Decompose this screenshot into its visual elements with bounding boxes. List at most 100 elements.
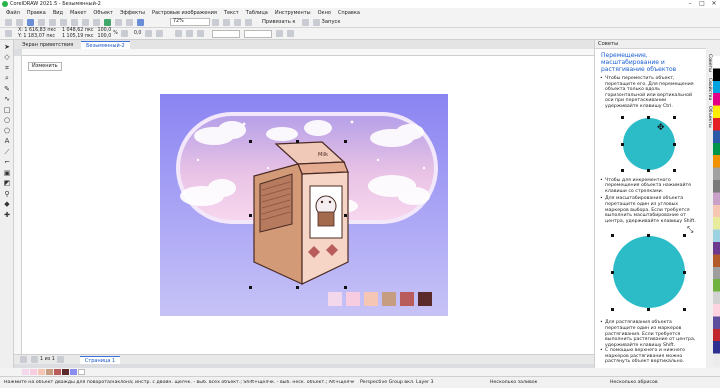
redo-icon[interactable] (93, 18, 100, 26)
grid-icon[interactable] (234, 18, 241, 26)
fill-field[interactable] (244, 29, 273, 38)
menu-view[interactable]: Вид (53, 10, 63, 16)
menu-object[interactable]: Объект (93, 10, 113, 16)
paste-icon[interactable] (71, 18, 78, 26)
to-front-icon[interactable] (287, 30, 295, 37)
color-palette (713, 56, 720, 366)
docker-tab-properties[interactable]: Свойства (707, 78, 712, 100)
artwork[interactable]: Milk (22, 56, 594, 354)
group-icon[interactable] (175, 30, 183, 37)
parallel-dimension-icon[interactable]: ⟋ (3, 148, 11, 156)
menu-layout[interactable]: Макет (70, 10, 86, 16)
transparency-tool-icon[interactable]: ◩ (3, 179, 11, 187)
menu-help[interactable]: Справка (338, 10, 360, 16)
save-icon[interactable] (27, 18, 34, 26)
docker-tab-objects[interactable]: Объекты (707, 106, 712, 128)
scale-x-field[interactable]: 100,0 (98, 28, 112, 34)
drawing-canvas[interactable]: Milk (22, 56, 594, 354)
undo-icon[interactable] (82, 18, 89, 26)
smart-fill-icon[interactable]: ✚ (3, 211, 11, 219)
doc-swatch[interactable] (38, 369, 45, 375)
doc-swatch[interactable] (78, 369, 85, 375)
menu-tools[interactable]: Инструменты (275, 10, 311, 16)
tab-welcome-screen[interactable]: Экран приветствия (17, 41, 78, 49)
menu-window[interactable]: Окно (318, 10, 331, 16)
outline-width-field[interactable] (212, 29, 241, 38)
height-field[interactable]: 1 105,19 пкс (62, 34, 94, 40)
publish-pdf-icon[interactable] (137, 18, 144, 26)
shape-tool-icon[interactable]: ◇ (3, 53, 11, 61)
text-tool-icon[interactable]: A (3, 137, 11, 145)
search-content-icon[interactable] (104, 18, 111, 26)
guidelines-icon[interactable] (245, 18, 252, 26)
doc-swatch[interactable] (54, 369, 61, 375)
eyedropper-tool-icon[interactable]: ⚲ (3, 190, 11, 198)
align-icon[interactable] (197, 30, 205, 37)
tab-page-1[interactable]: Страница 1 (79, 356, 121, 364)
cut-icon[interactable] (49, 18, 56, 26)
y-position-field[interactable]: Y: 1 183,07 пкс (18, 34, 56, 40)
launch-dropdown[interactable]: Запуск (322, 19, 341, 25)
zoom-level-field[interactable]: 72% (170, 18, 210, 26)
print-icon[interactable] (38, 18, 45, 26)
hints-panel: Советы Перемещение, масштабирование и ра… (594, 40, 706, 368)
crop-tool-icon[interactable]: ⌗ (3, 64, 11, 72)
menu-bitmaps[interactable]: Растровые изображения (152, 10, 217, 16)
fill-status[interactable]: Несколько заливок (490, 380, 570, 385)
palette-swatches[interactable] (713, 56, 720, 366)
menu-edit[interactable]: Правка (27, 10, 46, 16)
x-position-field[interactable]: X: 1 616,83 пкс (18, 28, 56, 34)
artistic-media-icon[interactable]: ∿ (3, 95, 11, 103)
drop-shadow-icon[interactable]: ▣ (3, 169, 11, 177)
ellipse-tool-icon[interactable]: ○ (3, 116, 11, 124)
launch-icon[interactable] (312, 18, 320, 26)
copy-icon[interactable] (60, 18, 67, 26)
mirror-horizontal-icon[interactable] (145, 30, 153, 37)
doc-swatch[interactable] (62, 369, 69, 375)
scale-y-field[interactable]: 100,0 (98, 34, 112, 40)
next-page-icon[interactable] (56, 356, 64, 363)
rotation-angle-field[interactable]: 0,0 (134, 31, 142, 37)
lock-ratio-icon[interactable] (120, 30, 128, 37)
wrap-text-icon[interactable] (276, 30, 284, 37)
teal-circle (623, 117, 675, 170)
connector-tool-icon[interactable]: ⌐ (3, 158, 11, 166)
minimize-button[interactable]: – (684, 0, 696, 8)
docker-tab-hints[interactable]: Советы (707, 54, 712, 72)
horizontal-ruler[interactable] (22, 49, 594, 56)
freehand-tool-icon[interactable]: ✎ (3, 85, 11, 93)
polygon-tool-icon[interactable]: ⬠ (3, 127, 11, 135)
menu-file[interactable]: Файл (6, 10, 20, 16)
import-icon[interactable] (115, 18, 122, 26)
settings-icon[interactable] (301, 18, 309, 26)
rulers-icon[interactable] (223, 18, 230, 26)
outline-status[interactable]: Несколько абрисов (610, 380, 658, 385)
presets-icon[interactable] (5, 30, 12, 37)
doc-swatch[interactable] (22, 369, 29, 375)
doc-swatch[interactable] (30, 369, 37, 375)
prev-page-icon[interactable] (31, 356, 38, 363)
ungroup-icon[interactable] (186, 30, 194, 37)
maximize-button[interactable]: □ (696, 0, 708, 8)
full-screen-icon[interactable] (212, 18, 219, 26)
interactive-fill-icon[interactable]: ◆ (3, 200, 11, 208)
menu-effects[interactable]: Эффекты (120, 10, 145, 16)
export-icon[interactable] (126, 18, 133, 26)
zoom-tool-icon[interactable]: ⌕ (3, 74, 11, 82)
first-page-icon[interactable] (20, 356, 27, 363)
mirror-vertical-icon[interactable] (156, 30, 164, 37)
doc-swatch[interactable] (70, 369, 77, 375)
menu-text[interactable]: Текст (224, 10, 239, 16)
menu-table[interactable]: Таблица (246, 10, 268, 16)
doc-swatch[interactable] (46, 369, 53, 375)
close-button[interactable]: ✕ (708, 0, 720, 8)
width-field[interactable]: 1 048,62 пкс (62, 28, 94, 34)
rectangle-tool-icon[interactable]: □ (3, 106, 11, 114)
open-icon[interactable] (16, 18, 23, 26)
vertical-ruler[interactable] (14, 56, 22, 354)
snap-to-dropdown[interactable]: Привязать к (262, 19, 296, 25)
edit-button[interactable]: Изменить (28, 62, 62, 71)
tab-untitled-2[interactable]: Безымянный-2 (81, 41, 130, 49)
pick-tool-icon[interactable]: ➤ (3, 43, 11, 51)
new-document-icon[interactable] (5, 18, 12, 26)
